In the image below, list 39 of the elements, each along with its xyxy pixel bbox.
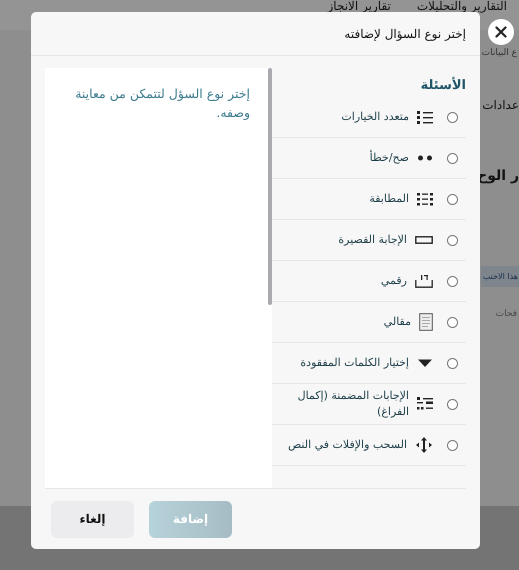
matching-icon [417, 192, 433, 206]
radio-button[interactable] [447, 276, 458, 286]
close-icon [495, 26, 507, 38]
list-heading: الأسئلة [420, 78, 466, 93]
dialog-title: إختر نوع السؤال لإضافته [344, 26, 466, 40]
nav-link[interactable]: التقارير والتحليلات [416, 0, 507, 14]
document-icon [419, 313, 433, 331]
radio-button[interactable] [447, 152, 458, 164]
scrollbar[interactable] [268, 68, 272, 305]
option-label: إختيار الكلمات المفقودة [300, 355, 409, 371]
option-label: السحب والإفلات في النص [288, 437, 407, 453]
notice-text: هذا الاختب [480, 266, 519, 287]
option-label: رقمي [380, 273, 407, 289]
option-label: متعدد الخيارات [341, 109, 409, 125]
radio-button[interactable] [447, 112, 458, 122]
option-label: الإجابة القصيرة [338, 232, 407, 248]
tab-label: ع البيانات [482, 48, 517, 58]
option-label: المطابقة [369, 191, 409, 207]
radio-button[interactable] [447, 398, 458, 410]
tab-label: فحات [496, 309, 517, 319]
move-icon [415, 436, 433, 454]
radio-button[interactable] [447, 194, 458, 204]
radio-button[interactable] [447, 440, 458, 450]
blanks-icon [417, 396, 433, 412]
preview-text: إختر نوع السؤل لتتمكن من معاينة وصفه. [74, 85, 250, 122]
radio-button[interactable] [447, 358, 458, 368]
list-icon [417, 110, 433, 124]
numeric-field-icon [415, 274, 433, 288]
option-label: الإجابات المضمنة (إكمال الفراغ) [296, 388, 409, 420]
radio-button[interactable] [447, 234, 458, 246]
question-type-option[interactable]: مقالي [272, 302, 466, 343]
option-label: صح/خطأ [370, 150, 409, 166]
text-field-icon [415, 235, 433, 245]
option-label: مقالي [384, 314, 411, 330]
cancel-button[interactable]: إلغاء [51, 500, 134, 538]
section-heading: عدادات [482, 98, 519, 112]
radio-button[interactable] [447, 316, 458, 328]
close-button[interactable] [488, 19, 514, 45]
triangle-icon [417, 358, 433, 368]
